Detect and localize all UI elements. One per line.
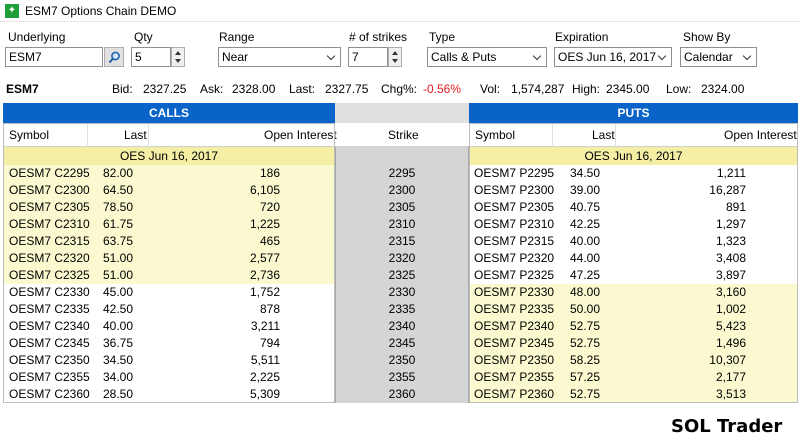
stepper-up-icon[interactable]	[392, 51, 398, 55]
puts-frame	[469, 123, 798, 403]
high-label: High:	[572, 82, 601, 96]
chg-value: -0.56%	[423, 82, 462, 96]
col-strike[interactable]: Strike	[388, 128, 419, 142]
window-title: ESM7 Options Chain DEMO	[25, 4, 177, 18]
strike-cell[interactable]: 2345	[336, 335, 468, 352]
calls-header: CALLS	[3, 103, 335, 123]
ask-value: 2328.00	[232, 82, 276, 96]
chg-label: Chg%:	[381, 82, 418, 96]
strikes-label: # of strikes	[349, 30, 408, 44]
strike-cell[interactable]: 2350	[336, 352, 468, 369]
puts-header: PUTS	[469, 103, 798, 123]
ask-label: Ask:	[200, 82, 224, 96]
underlying-input[interactable]: ESM7	[5, 47, 103, 67]
strike-cell[interactable]: 2360	[336, 386, 468, 403]
strike-cell[interactable]: 2335	[336, 301, 468, 318]
bid-value: 2327.25	[143, 82, 187, 96]
quote-symbol: ESM7	[6, 82, 39, 96]
show-by-label: Show By	[683, 30, 731, 44]
range-label: Range	[219, 30, 255, 44]
range-dropdown[interactable]: Near	[218, 47, 341, 67]
options-chain-grid: CALLS PUTS Symbol Last Open Interest Str…	[0, 101, 801, 403]
search-icon	[108, 51, 120, 64]
strike-cell[interactable]: 2300	[336, 182, 468, 199]
bid-label: Bid:	[112, 82, 133, 96]
title-bar: ✦ ESM7 Options Chain DEMO	[0, 0, 801, 22]
strike-cell[interactable]: 2325	[336, 267, 468, 284]
expiration-dropdown[interactable]: OES Jun 16, 2017	[554, 47, 672, 67]
strike-cell[interactable]: 2320	[336, 250, 468, 267]
type-dropdown[interactable]: Calls & Puts	[427, 47, 547, 67]
high-value: 2345.00	[606, 82, 650, 96]
strikes-input[interactable]: 7	[348, 47, 388, 67]
app-icon: ✦	[5, 4, 19, 18]
show-by-dropdown[interactable]: Calendar	[680, 47, 757, 67]
search-button[interactable]	[104, 47, 124, 67]
qty-label: Qty	[134, 30, 153, 44]
low-value: 2324.00	[701, 82, 745, 96]
calls-frame	[3, 123, 335, 403]
strike-cell[interactable]: 2330	[336, 284, 468, 301]
strike-cell[interactable]: 2295	[336, 165, 468, 182]
stepper-down-icon[interactable]	[392, 59, 398, 63]
low-label: Low:	[666, 82, 692, 96]
underlying-label: Underlying	[8, 30, 66, 44]
strike-header-spacer	[335, 103, 469, 123]
qty-stepper[interactable]	[171, 47, 185, 67]
stepper-down-icon[interactable]	[175, 59, 181, 63]
strike-cell[interactable]: 2305	[336, 199, 468, 216]
last-value: 2327.75	[325, 82, 369, 96]
vol-value: 1,574,287	[511, 82, 565, 96]
vol-label: Vol:	[480, 82, 501, 96]
strikes-stepper[interactable]	[388, 47, 402, 67]
strike-cell[interactable]: 2340	[336, 318, 468, 335]
strike-cell[interactable]: 2355	[336, 369, 468, 386]
stepper-up-icon[interactable]	[175, 51, 181, 55]
brand-watermark: SOL Trader	[671, 416, 783, 437]
type-label: Type	[429, 30, 456, 44]
strike-cell[interactable]: 2315	[336, 233, 468, 250]
strike-cell[interactable]: 2310	[336, 216, 468, 233]
quote-bar: ESM7 Bid: 2327.25 Ask: 2328.00 Last: 232…	[0, 77, 801, 101]
toolbar: Underlying ESM7 Qty 5 Range Near # of st…	[0, 22, 801, 77]
qty-input[interactable]: 5	[131, 47, 171, 67]
expiration-label: Expiration	[555, 30, 609, 44]
last-label: Last:	[289, 82, 316, 96]
